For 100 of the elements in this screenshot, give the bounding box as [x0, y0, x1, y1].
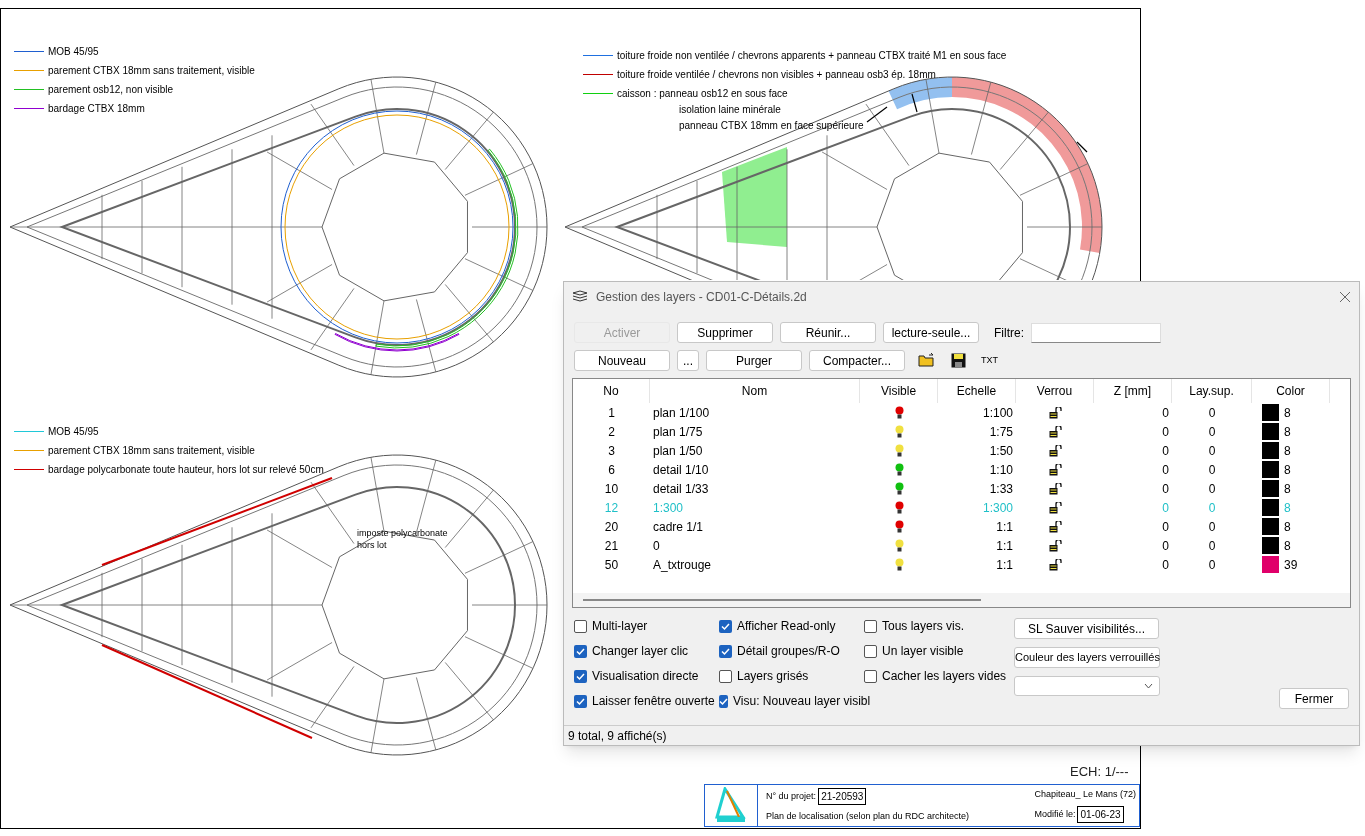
table-cell-text: 0: [1161, 537, 1170, 555]
column-header[interactable]: No: [573, 379, 650, 403]
unlock-icon[interactable]: [1048, 558, 1062, 571]
color-swatch[interactable]: [1262, 404, 1279, 421]
bulb-icon[interactable]: [894, 425, 904, 438]
color-swatch[interactable]: [1262, 423, 1279, 440]
check-icon: [721, 621, 730, 631]
column-header[interactable]: Z [mm]: [1094, 379, 1172, 403]
bulb-icon[interactable]: [894, 444, 904, 457]
color-swatch[interactable]: [1262, 499, 1279, 516]
column-header[interactable]: Visible: [860, 379, 938, 403]
table-cell-text: 8: [1284, 537, 1291, 555]
column-header[interactable]: Lay.sup.: [1172, 379, 1252, 403]
dialog-button[interactable]: Supprimer: [677, 322, 773, 343]
unlock-icon[interactable]: [1048, 501, 1062, 514]
bulb-icon[interactable]: [894, 520, 904, 533]
table-row[interactable]: 50 A_txtrouge 1:1 0 0 39: [573, 555, 1350, 574]
bulb-icon[interactable]: [894, 558, 904, 571]
legend-text: parement CTBX 18mm sans traitement, visible: [48, 444, 255, 457]
checkbox-label: Un layer visible: [882, 643, 964, 660]
dialog-button[interactable]: Réunir...: [780, 322, 876, 343]
unlock-icon[interactable]: [1048, 520, 1062, 533]
scrollbar-thumb[interactable]: [583, 599, 981, 601]
dialog-button[interactable]: ...: [677, 350, 699, 371]
bulb-icon[interactable]: [894, 482, 904, 495]
dialog-button[interactable]: Nouveau: [574, 350, 670, 371]
table-cell-text: plan 1/75: [652, 423, 704, 441]
bulb-icon[interactable]: [894, 539, 904, 552]
unlock-icon[interactable]: [1048, 463, 1062, 476]
color-swatch[interactable]: [1262, 518, 1279, 535]
table-cell-text: 6: [607, 461, 616, 479]
unlock-icon[interactable]: [1048, 539, 1062, 552]
checkbox-label: Changer layer clic: [592, 643, 689, 660]
table-cell-text: 0: [1207, 442, 1217, 460]
checkbox-label: Laisser fenêtre ouverte: [592, 693, 715, 710]
legend-text: panneau CTBX 18mm en face supérieure: [678, 119, 864, 132]
txt-button[interactable]: TXT: [981, 353, 998, 368]
bulb-icon[interactable]: [894, 501, 904, 514]
unlock-icon[interactable]: [1048, 425, 1062, 438]
close-button[interactable]: Fermer: [1279, 688, 1349, 709]
unlock-icon[interactable]: [1048, 482, 1062, 495]
table-row[interactable]: 1 plan 1/100 1:100 0 0 8: [573, 403, 1350, 422]
dialog-button[interactable]: Purger: [706, 350, 802, 371]
table-cell-text: 8: [1284, 442, 1291, 460]
check-icon: [576, 671, 585, 681]
table-row[interactable]: 20 cadre 1/1 1:1 0 0 8: [573, 517, 1350, 536]
checkbox[interactable]: [574, 694, 587, 708]
column-header[interactable]: Echelle: [938, 379, 1016, 403]
column-header[interactable]: Nom: [650, 379, 860, 403]
table-cell-text: 3: [607, 442, 616, 460]
table-cell-text: 0: [1207, 480, 1217, 498]
checkbox[interactable]: [719, 694, 728, 708]
checkbox-label: Tous layers vis.: [882, 618, 965, 635]
color-swatch[interactable]: [1262, 442, 1279, 459]
checkbox[interactable]: [574, 669, 587, 683]
color-swatch[interactable]: [1262, 556, 1279, 573]
table-row[interactable]: 6 detail 1/10 1:10 0 0 8: [573, 460, 1350, 479]
checkbox[interactable]: [864, 619, 877, 633]
folder-icon[interactable]: [918, 353, 936, 368]
table-cell-text: 0: [1161, 518, 1170, 536]
project-number: 21-20593: [818, 787, 867, 805]
close-icon[interactable]: [1339, 291, 1351, 303]
checkbox[interactable]: [574, 619, 587, 633]
table-cell-text: 10: [603, 480, 620, 498]
unlock-icon[interactable]: [1048, 444, 1062, 457]
save-icon[interactable]: [951, 353, 966, 368]
check-icon: [576, 646, 585, 656]
color-swatch[interactable]: [1262, 537, 1279, 554]
legend-text: MOB 45/95: [48, 425, 99, 438]
color-swatch[interactable]: [1262, 480, 1279, 497]
table-cell-text: 0: [1161, 480, 1170, 498]
color-swatch[interactable]: [1262, 461, 1279, 478]
table-cell-text: 0: [1207, 423, 1217, 441]
checkbox-label: Visualisation directe: [592, 668, 699, 685]
layers-icon: [572, 290, 588, 304]
dialog-button[interactable]: Compacter...: [809, 350, 905, 371]
dialog-button[interactable]: lecture-seule...: [883, 322, 979, 343]
table-cell-text: 50: [603, 556, 620, 574]
checkbox[interactable]: [719, 619, 732, 633]
table-cell-text: 0: [1161, 423, 1170, 441]
locked-color-button[interactable]: Couleur des layers verrouillés: [1014, 647, 1160, 668]
column-header[interactable]: Color: [1252, 379, 1330, 403]
checkbox[interactable]: [864, 644, 877, 658]
table-row[interactable]: 3 plan 1/50 1:50 0 0 8: [573, 441, 1350, 460]
checkbox[interactable]: [864, 669, 877, 683]
table-cell-text: 0: [1207, 518, 1217, 536]
table-row[interactable]: 10 detail 1/33 1:33 0 0 8: [573, 479, 1350, 498]
table-row[interactable]: 2 plan 1/75 1:75 0 0 8: [573, 422, 1350, 441]
table-row[interactable]: 21 0 1:1 0 0 8: [573, 536, 1350, 555]
column-header[interactable]: Verrou: [1016, 379, 1094, 403]
checkbox[interactable]: [574, 644, 587, 658]
bulb-icon[interactable]: [894, 406, 904, 419]
checkbox[interactable]: [719, 669, 732, 683]
bulb-icon[interactable]: [894, 463, 904, 476]
unlock-icon[interactable]: [1048, 406, 1062, 419]
save-visibility-button[interactable]: SL Sauver visibilités...: [1014, 618, 1159, 639]
table-cell-text: plan 1/100: [652, 404, 711, 422]
filter-field[interactable]: [1031, 322, 1161, 343]
checkbox[interactable]: [719, 644, 732, 658]
table-cell-text: 0: [1207, 404, 1217, 422]
